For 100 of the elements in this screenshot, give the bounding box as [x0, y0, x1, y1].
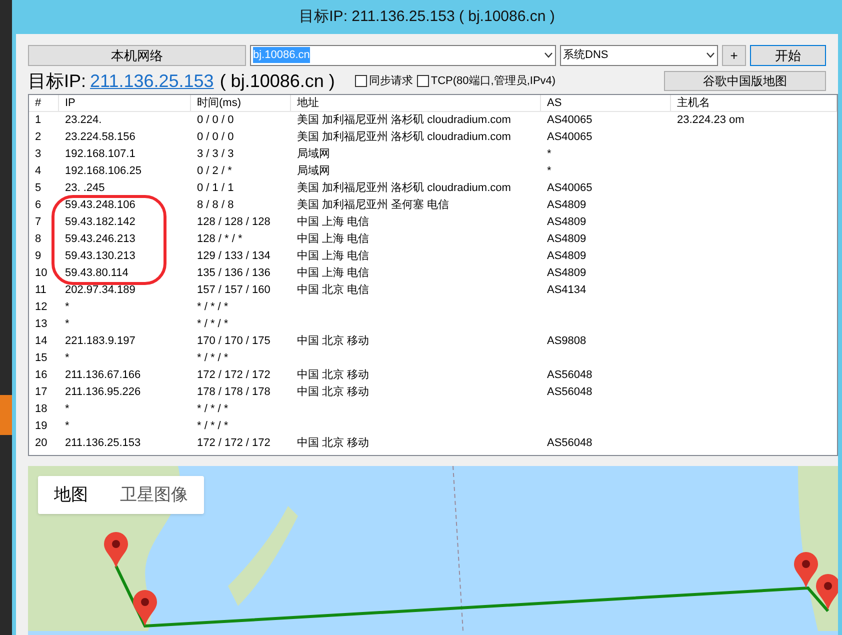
table-cell: 中国 上海 电信: [297, 250, 370, 262]
column-header[interactable]: 主机名: [671, 95, 837, 111]
table-cell: 59.43.248.106: [65, 199, 136, 211]
table-cell: 172 / 172 / 172: [197, 369, 270, 381]
table-cell: *: [65, 352, 70, 364]
table-cell: 美国 加利福尼亚州 洛杉矶 cloudradium.com: [297, 182, 511, 194]
google-map-button[interactable]: 谷歌中国版地图: [664, 71, 826, 91]
table-cell: 3 / 3 / 3: [197, 148, 234, 160]
table-cell: 1: [35, 114, 42, 126]
table-cell: 23.224.23 om: [677, 114, 744, 126]
table-cell: 128 / 128 / 128: [197, 216, 270, 228]
local-network-button[interactable]: 本机网络: [28, 44, 246, 66]
table-cell: 192.168.106.25: [65, 165, 142, 177]
table-cell: 135 / 136 / 136: [197, 267, 270, 279]
option-label: TCP(80端口,管理员,IPv4): [430, 74, 556, 89]
table-cell: 59.43.246.213: [65, 233, 136, 245]
table-cell: 170 / 170 / 175: [197, 335, 270, 347]
table-cell: 15: [35, 352, 48, 364]
table-cell: 2: [35, 131, 42, 143]
option-label: 同步请求: [368, 74, 413, 89]
table-cell: 23.224.58.156: [65, 131, 136, 143]
table-cell: *: [65, 403, 70, 415]
table-cell: *: [65, 318, 70, 330]
table-cell: * / * / *: [197, 318, 228, 330]
table-cell: 中国 上海 电信: [297, 267, 370, 279]
table-cell: *: [547, 148, 552, 160]
table-cell: AS56048: [547, 386, 592, 398]
table-cell: AS9808: [547, 335, 586, 347]
target-ip-link[interactable]: 211.136.25.153: [90, 68, 214, 94]
table-cell: * / * / *: [197, 403, 228, 415]
table-cell: 中国 北京 移动: [297, 437, 370, 449]
table-cell: 局域网: [297, 148, 330, 160]
table-cell: AS4809: [547, 216, 586, 228]
table-cell: 9: [35, 250, 42, 262]
table-cell: 8: [35, 233, 42, 245]
table-cell: 美国 加利福尼亚州 洛杉矶 cloudradium.com: [297, 114, 511, 126]
table-cell: 6: [35, 199, 42, 211]
table-cell: 11: [35, 284, 46, 296]
map-type-tab[interactable]: 卫星图像: [104, 476, 204, 514]
table-cell: * / * / *: [197, 420, 228, 432]
table-cell: AS40065: [547, 114, 592, 126]
table-cell: 16: [35, 369, 48, 381]
table-cell: 8 / 8 / 8: [197, 199, 234, 211]
table-cell: AS4809: [547, 233, 586, 245]
table-cell: 5: [35, 182, 42, 194]
table-cell: 59.43.130.213: [65, 250, 136, 262]
checkbox[interactable]: [416, 75, 429, 87]
table-cell: 17: [35, 386, 48, 398]
window-title: 目标IP: 211.136.25.153 ( bj.10086.cn ): [299, 6, 555, 27]
table-cell: 13: [35, 318, 48, 330]
add-button[interactable]: +: [722, 44, 746, 66]
table-cell: 18: [35, 403, 48, 415]
table-cell: 19: [35, 420, 48, 432]
table-cell: 202.97.34.189: [65, 284, 136, 296]
table-cell: 23. .245: [65, 182, 105, 194]
table-cell: 20: [35, 437, 48, 449]
table-cell: 14: [35, 335, 48, 347]
table-cell: AS56048: [547, 369, 592, 381]
table-cell: 中国 北京 电信: [297, 284, 370, 296]
table-cell: 0 / 0 / 0: [197, 114, 234, 126]
column-header[interactable]: 地址: [291, 95, 541, 111]
table-cell: *: [547, 165, 552, 177]
table-cell: 0 / 0 / 0: [197, 131, 234, 143]
column-header[interactable]: 时间(ms): [191, 95, 291, 111]
table-cell: 4: [35, 165, 42, 177]
table-cell: 211.136.25.153: [65, 437, 141, 449]
table-cell: 中国 北京 移动: [297, 369, 370, 381]
column-header[interactable]: IP: [59, 95, 191, 111]
chevron-down-icon: [544, 52, 553, 58]
table-cell: 局域网: [297, 165, 330, 177]
table-cell: AS40065: [547, 131, 592, 143]
table-cell: 0 / 2 / *: [197, 165, 232, 177]
table-cell: 美国 加利福尼亚州 圣何塞 电信: [297, 199, 450, 211]
table-cell: * / * / *: [197, 352, 228, 364]
column-header[interactable]: #: [29, 95, 59, 111]
chevron-down-icon: [706, 52, 715, 58]
target-host: ( bj.10086.cn ): [220, 70, 335, 93]
table-cell: 129 / 133 / 134: [197, 250, 270, 262]
table-cell: 美国 加利福尼亚州 洛杉矶 cloudradium.com: [297, 131, 511, 143]
table-cell: 221.183.9.197: [65, 335, 136, 347]
table-cell: 59.43.80.114: [65, 267, 128, 279]
table-cell: 157 / 157 / 160: [197, 284, 270, 296]
table-cell: 211.136.67.166: [65, 369, 141, 381]
table-cell: 128 / * / *: [197, 233, 242, 245]
table-cell: 23.224.: [65, 114, 102, 126]
table-cell: AS40065: [547, 182, 592, 194]
table-cell: 211.136.95.226: [65, 386, 141, 398]
table-cell: 7: [35, 216, 42, 228]
column-header[interactable]: AS: [541, 95, 671, 111]
checkbox[interactable]: [354, 75, 367, 87]
table-cell: 中国 北京 移动: [297, 386, 370, 398]
table-cell: 12: [35, 301, 48, 313]
table-cell: 59.43.182.142: [65, 216, 136, 228]
table-cell: 0 / 1 / 1: [197, 182, 234, 194]
map-type-tab[interactable]: 地图: [38, 476, 104, 514]
table-cell: 172 / 172 / 172: [197, 437, 270, 449]
table-cell: AS4809: [547, 250, 586, 262]
dns-select[interactable]: 系统DNS: [560, 44, 718, 66]
start-button[interactable]: 开始: [750, 44, 826, 66]
table-cell: 10: [35, 267, 48, 279]
